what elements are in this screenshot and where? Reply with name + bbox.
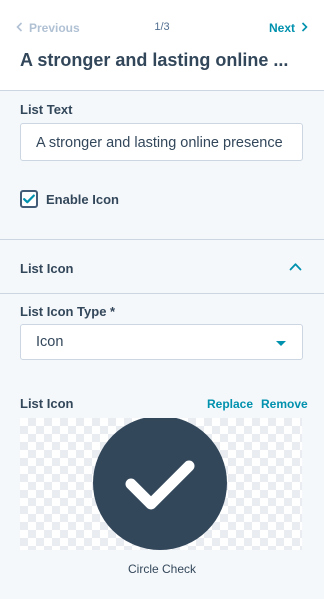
list-icon-type-select[interactable]: Icon <box>20 324 303 360</box>
remove-button[interactable]: Remove <box>261 397 308 411</box>
list-text-value: A stronger and lasting online presence <box>36 135 283 151</box>
list-text-label: List Text <box>20 102 73 117</box>
next-button[interactable]: Next <box>269 21 308 35</box>
enable-icon-row[interactable]: Enable Icon <box>20 190 119 208</box>
caret-down-icon <box>276 341 286 346</box>
list-icon-accordion-header[interactable]: List Icon <box>0 241 324 294</box>
page-title: A stronger and lasting online ... <box>20 50 289 70</box>
list-icon-type-value: Icon <box>36 334 64 350</box>
list-icon-type-label: List Icon Type * <box>20 304 116 319</box>
replace-button[interactable]: Replace <box>207 397 253 411</box>
enable-icon-label: Enable Icon <box>46 191 119 207</box>
icon-preview <box>20 418 302 550</box>
chevron-up-icon[interactable] <box>289 258 302 276</box>
chevron-right-icon <box>301 21 308 35</box>
list-icon-section-title: List Icon <box>20 261 74 276</box>
list-text-section: List Text A stronger and lasting online … <box>0 92 324 240</box>
checkmark-icon <box>23 194 35 204</box>
circle-check-icon <box>93 418 227 550</box>
list-icon-section: List Icon Type * Icon List Icon Replace … <box>0 295 324 599</box>
icon-caption: Circle Check <box>127 562 196 576</box>
item-header: Previous 1/3 Next A stronger and lasting… <box>0 0 324 91</box>
next-label: Next <box>268 21 295 35</box>
item-navigation: Previous 1/3 Next <box>0 18 324 40</box>
list-icon-label: List Icon <box>20 396 74 411</box>
list-text-input[interactable]: A stronger and lasting online presence <box>20 123 303 161</box>
enable-icon-checkbox[interactable] <box>20 190 38 208</box>
